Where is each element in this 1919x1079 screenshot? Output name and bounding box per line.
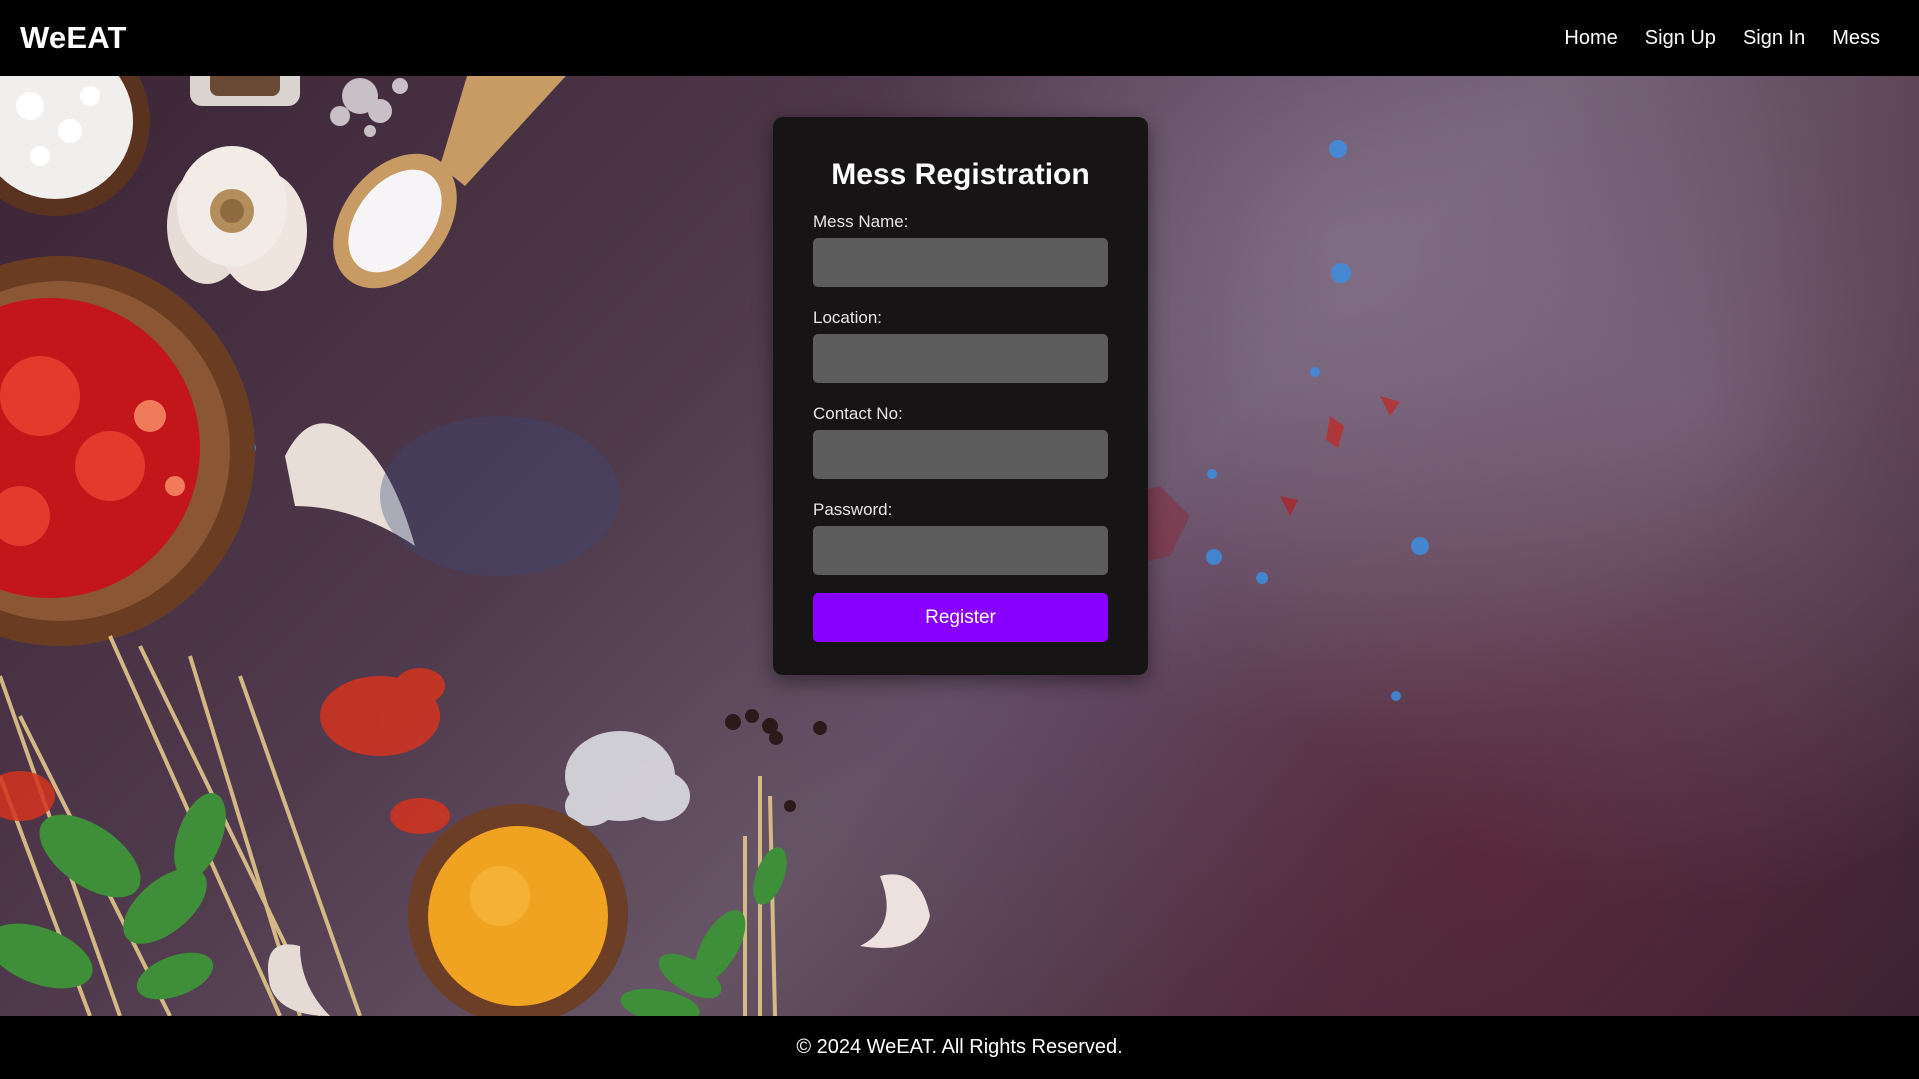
register-button[interactable]: Register	[813, 593, 1108, 642]
location-label: Location:	[813, 308, 882, 327]
footer: © 2024 WeEAT. All Rights Reserved.	[0, 1016, 1919, 1079]
password-input[interactable]	[813, 526, 1108, 575]
nav-link-sign-in[interactable]: Sign In	[1743, 27, 1805, 50]
nav-link-home[interactable]: Home	[1564, 27, 1617, 50]
password-label: Password:	[813, 500, 893, 519]
mess-registration-card: Mess Registration Mess Name: Location: C…	[773, 117, 1148, 675]
mess-name-input[interactable]	[813, 238, 1108, 287]
form-title: Mess Registration	[831, 158, 1090, 191]
nav-link-mess[interactable]: Mess	[1832, 27, 1880, 50]
footer-copyright: © 2024 WeEAT. All Rights Reserved.	[796, 1036, 1123, 1058]
brand-logo[interactable]: WeEAT	[20, 20, 127, 56]
mess-name-label: Mess Name:	[813, 212, 909, 231]
contact-no-input[interactable]	[813, 430, 1108, 479]
location-input[interactable]	[813, 334, 1108, 383]
top-navbar: WeEAT Home Sign Up Sign In Mess	[0, 0, 1919, 76]
nav-link-sign-up[interactable]: Sign Up	[1645, 27, 1716, 50]
contact-no-label: Contact No:	[813, 404, 903, 423]
nav-links: Home Sign Up Sign In Mess	[1564, 27, 1880, 50]
